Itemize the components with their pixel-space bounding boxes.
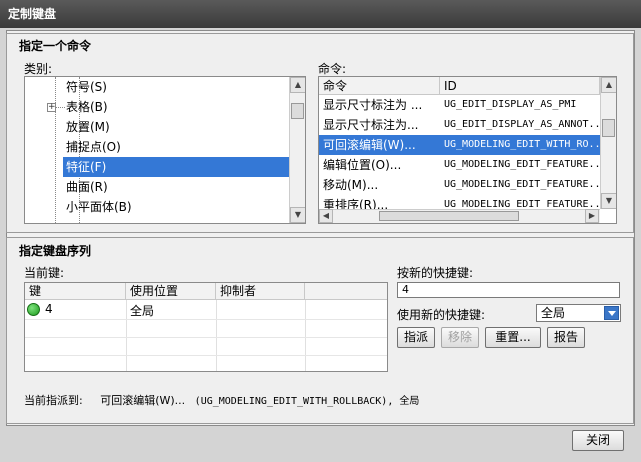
current-assignment: 当前指派到: 可回滚编辑(W)... (UG_MODELING_EDIT_WIT… bbox=[24, 392, 419, 408]
scroll-thumb[interactable] bbox=[602, 119, 615, 137]
report-button[interactable]: 报告 bbox=[547, 327, 585, 348]
tree-item-symbol[interactable]: 符号(S) bbox=[63, 77, 110, 97]
column-header-command[interactable]: 命令 bbox=[319, 77, 440, 95]
scroll-thumb[interactable] bbox=[291, 103, 304, 119]
scroll-left-icon[interactable]: ◀ bbox=[319, 209, 333, 223]
scroll-right-icon[interactable]: ▶ bbox=[585, 209, 599, 223]
tree-item-table[interactable]: 表格(B) bbox=[63, 97, 111, 117]
scroll-up-icon[interactable]: ▲ bbox=[601, 77, 616, 93]
use-new-label: 使用新的快捷键: bbox=[397, 308, 486, 322]
current-keys-table[interactable]: 键 使用位置 抑制者 4 全局 bbox=[24, 282, 388, 372]
command-list[interactable]: 命令 ID 显示尺寸标注为 ... UG_EDIT_DISPLAY_AS_PMI… bbox=[318, 76, 617, 224]
scope-select[interactable]: 全局 bbox=[536, 304, 621, 322]
window-title: 定制键盘 bbox=[0, 0, 641, 28]
column-header-id[interactable]: ID bbox=[440, 77, 600, 95]
column-header-location[interactable]: 使用位置 bbox=[126, 283, 216, 300]
column-header-empty bbox=[305, 283, 387, 300]
chevron-down-icon[interactable] bbox=[604, 306, 619, 320]
column-header-key[interactable]: 键 bbox=[25, 283, 126, 300]
status-dot-icon bbox=[27, 303, 40, 316]
command-horizontal-scrollbar[interactable]: ◀ ▶ bbox=[319, 209, 600, 223]
status-value: 可回滚编辑(W)... bbox=[100, 394, 186, 407]
status-label: 当前指派到: bbox=[24, 394, 83, 407]
section-title-keys: 指定键盘序列 bbox=[19, 244, 92, 258]
category-scrollbar[interactable]: ▲ ▼ bbox=[289, 77, 305, 223]
tree-item-facet-body[interactable]: 小平面体(B) bbox=[63, 197, 135, 217]
scroll-down-icon[interactable]: ▼ bbox=[601, 193, 616, 209]
location-cell: 全局 bbox=[130, 304, 155, 318]
key-row[interactable]: 4 全局 bbox=[25, 301, 387, 319]
expand-icon[interactable]: + bbox=[47, 103, 56, 112]
key-cell: 4 bbox=[45, 302, 53, 316]
category-tree[interactable]: 符号(S) + 表格(B) 放置(M) 捕捉点(O) 特征(F) 曲面(R) 小… bbox=[24, 76, 306, 224]
reset-button[interactable]: 重置... bbox=[485, 327, 541, 348]
tree-item-place[interactable]: 放置(M) bbox=[63, 117, 113, 137]
command-row[interactable]: 显示尺寸标注为 ... UG_EDIT_DISPLAY_AS_PMI bbox=[319, 95, 600, 115]
scroll-down-icon[interactable]: ▼ bbox=[290, 207, 305, 223]
new-shortcut-input[interactable]: 4 bbox=[397, 282, 620, 298]
command-row[interactable]: 编辑位置(O)... UG_MODELING_EDIT_FEATURE.. bbox=[319, 155, 600, 175]
category-label: 类别: bbox=[24, 62, 53, 76]
close-button[interactable]: 关闭 bbox=[572, 430, 624, 451]
remove-button[interactable]: 移除 bbox=[441, 327, 479, 348]
status-detail: (UG_MODELING_EDIT_WITH_ROLLBACK), 全局 bbox=[194, 396, 420, 407]
scope-select-value: 全局 bbox=[541, 306, 566, 320]
command-vertical-scrollbar[interactable]: ▲ ▼ bbox=[600, 77, 616, 209]
new-shortcut-label: 按新的快捷键: bbox=[397, 266, 474, 280]
tree-item-snap-point[interactable]: 捕捉点(O) bbox=[63, 137, 124, 157]
scroll-thumb[interactable] bbox=[379, 211, 519, 221]
assign-button[interactable]: 指派 bbox=[397, 327, 435, 348]
section-title-command: 指定一个命令 bbox=[19, 39, 92, 53]
tree-item-feature[interactable]: 特征(F) bbox=[63, 157, 289, 177]
tree-item-surface[interactable]: 曲面(R) bbox=[63, 177, 111, 197]
command-row[interactable]: 显示尺寸标注为... UG_EDIT_DISPLAY_AS_ANNOT.. bbox=[319, 115, 600, 135]
column-header-suppressor[interactable]: 抑制者 bbox=[216, 283, 305, 300]
scroll-up-icon[interactable]: ▲ bbox=[290, 77, 305, 93]
command-row-selected[interactable]: 可回滚编辑(W)... UG_MODELING_EDIT_WITH_RO.. bbox=[319, 135, 600, 155]
command-row[interactable]: 移动(M)... UG_MODELING_EDIT_FEATURE.. bbox=[319, 175, 600, 195]
command-label: 命令: bbox=[318, 62, 347, 76]
current-keys-label: 当前键: bbox=[24, 266, 65, 280]
